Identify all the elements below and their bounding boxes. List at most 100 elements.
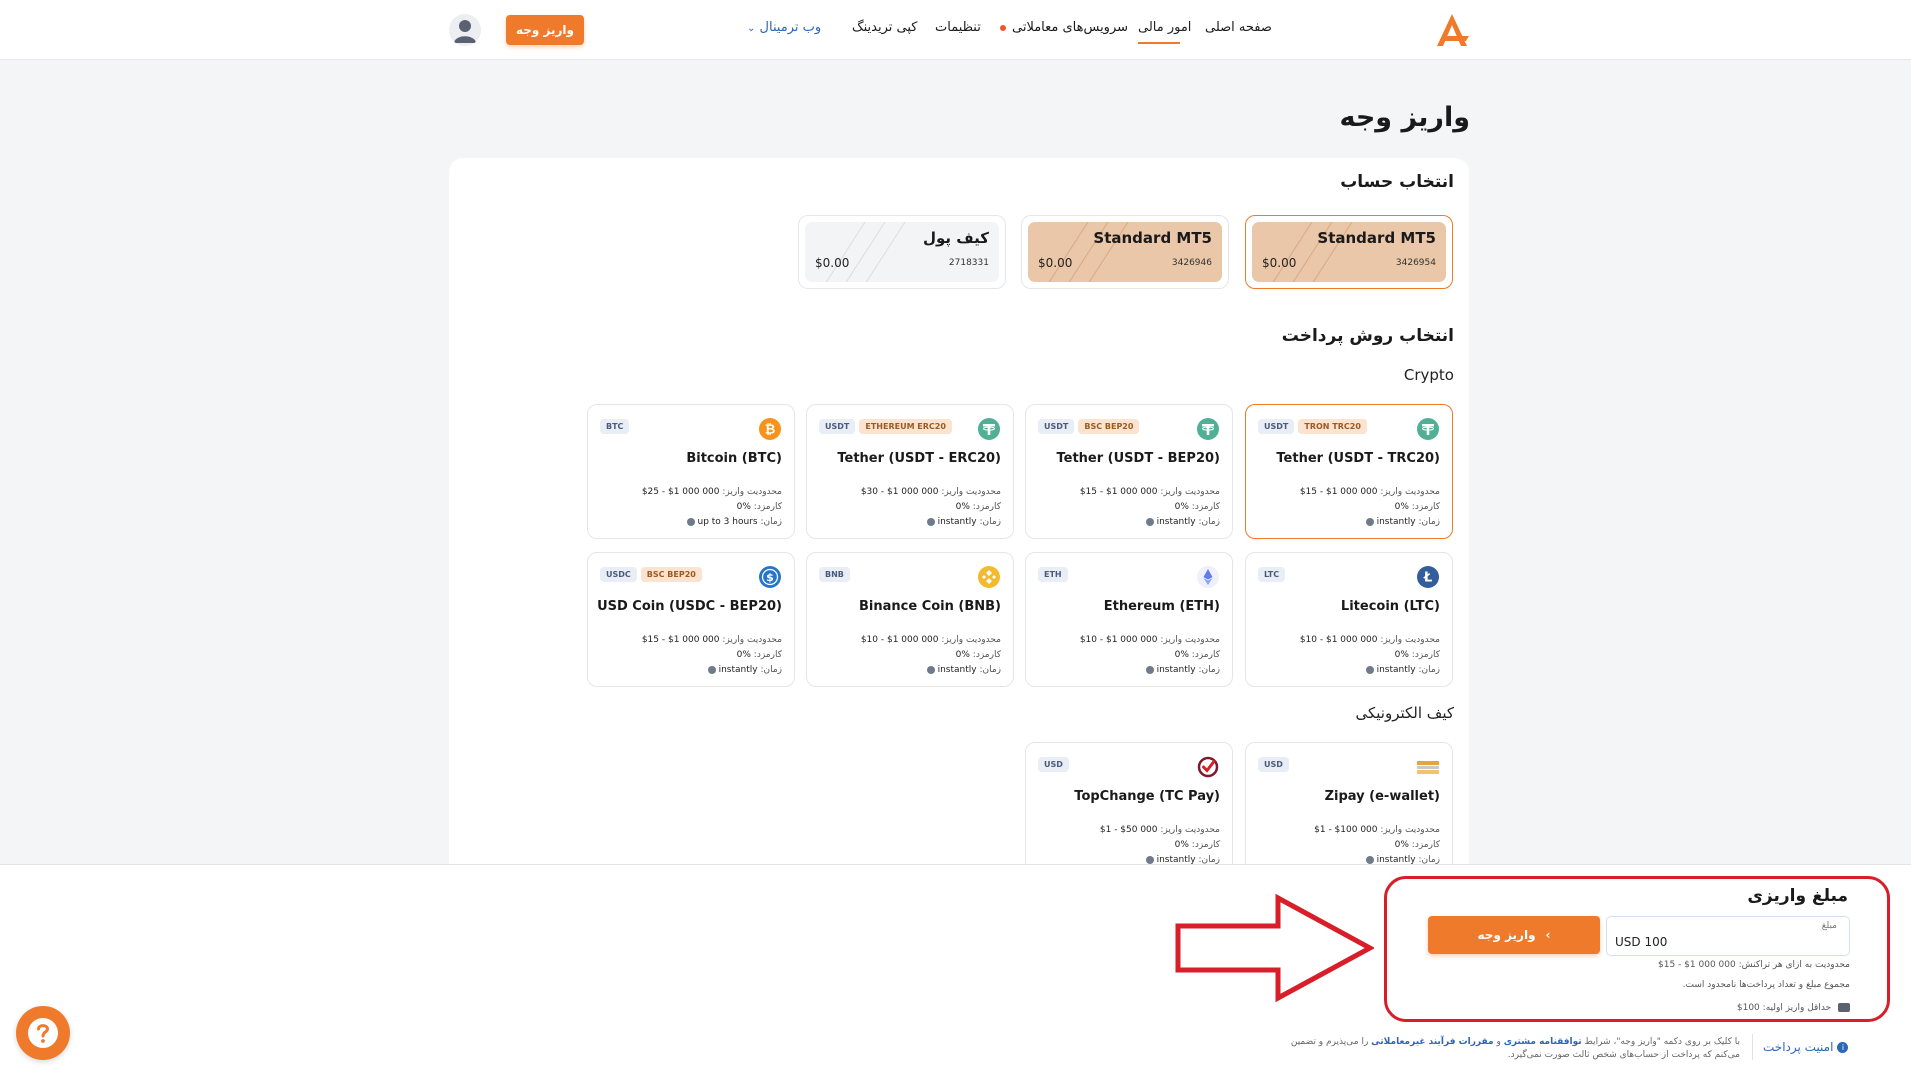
account-card-bg: Standard MT5 3426946 $0.00 xyxy=(1028,222,1222,282)
payment-method-card[interactable]: USDT BSC BEP20 Tether (USDT - BEP20) محدودی… xyxy=(1025,404,1233,539)
tag-list: USDT ETHEREUM ERC20 xyxy=(819,419,952,434)
page-title: واریز وجه xyxy=(1339,102,1470,133)
brand-logo[interactable] xyxy=(1433,12,1471,48)
fee-label: کارمزد: xyxy=(1411,650,1440,660)
account-card-bg: کیف پول 2718331 $0.00 xyxy=(805,222,999,282)
account-card-2[interactable]: Standard MT5 3426946 $0.00 xyxy=(1021,215,1229,289)
time-label: زمان: xyxy=(1418,665,1440,675)
limit-value: $1 - $50 000 xyxy=(1099,825,1158,835)
method-name: Litecoin (LTC) xyxy=(1340,599,1440,614)
amount-field[interactable]: مبلغ xyxy=(1606,916,1850,956)
method-name: Tether (USDT - ERC20) xyxy=(837,451,1001,466)
currency-tag: BSC BEP20 xyxy=(1078,419,1140,434)
payment-method-card[interactable]: ETH Ethereum (ETH) محدودیت واریز: $10 - $1… xyxy=(1025,552,1233,687)
method-limit: محدودیت واریز: $10 - $1 000 000 xyxy=(861,635,1001,645)
tether-icon xyxy=(1197,418,1219,440)
tether-icon xyxy=(1417,418,1439,440)
limit-label: محدودیت واریز: xyxy=(1160,825,1220,835)
fee-value: 0% xyxy=(736,502,751,512)
chevron-down-icon: ⌄ xyxy=(747,23,756,34)
method-fee: کارمزد: 0% xyxy=(1175,502,1220,512)
time-value: instantly xyxy=(718,665,758,675)
payment-method-card[interactable]: Ł LTC Litecoin (LTC) محدودیت واریز: $10 - $… xyxy=(1245,552,1453,687)
wallet-icon xyxy=(1838,1003,1850,1012)
fee-value: 0% xyxy=(1174,502,1189,512)
method-time: زمان: instantly xyxy=(1144,665,1220,675)
non-trading-rules-link[interactable]: مقررات فرآیند غیرمعاملاتی xyxy=(1371,1037,1493,1047)
amount-input[interactable] xyxy=(1615,935,1835,949)
help-button[interactable] xyxy=(16,1006,70,1060)
limit-value: $15 - $1 000 000 xyxy=(641,635,720,645)
tag-list: USDT TRON TRC20 xyxy=(1258,419,1367,434)
payment-method-card[interactable]: $ USDC BSC BEP20 USD Coin (USDC - BEP20) محد… xyxy=(587,552,795,687)
header-deposit-button[interactable]: واریز وجه xyxy=(506,15,584,45)
nav-web-terminal-label: وب ترمینال xyxy=(759,20,822,35)
method-name: Ethereum (ETH) xyxy=(1103,599,1220,614)
tag-list: LTC xyxy=(1258,567,1286,582)
time-label: زمان: xyxy=(979,665,1001,675)
arrow-pointer-icon xyxy=(1175,893,1374,1003)
payment-method-card[interactable]: USDT TRON TRC20 Tether (USDT - TRC20) محدود… xyxy=(1245,404,1453,539)
time-value: instantly xyxy=(1156,517,1196,527)
payment-security-link[interactable]: iامنیت پرداخت xyxy=(1763,1040,1849,1054)
deposit-submit-button[interactable]: واریز وجه ‹ xyxy=(1428,916,1600,954)
payment-method-card[interactable]: USD Zipay (e-wallet) محدودیت واریز: $1 - $… xyxy=(1245,742,1453,877)
payment-method-card[interactable]: USD TopChange (TC Pay) محدودیت واریز: $1 -… xyxy=(1025,742,1233,877)
fee-label: کارمزد: xyxy=(972,502,1001,512)
account-name: Standard MT5 xyxy=(1093,229,1212,247)
time-value: instantly xyxy=(937,517,977,527)
clock-icon xyxy=(1145,665,1154,674)
help-icon xyxy=(28,1018,58,1048)
limit-label: محدودیت واریز: xyxy=(941,635,1001,645)
payment-method-card[interactable]: USDT ETHEREUM ERC20 Tether (USDT - ERC20) م… xyxy=(806,404,1014,539)
fee-value: 0% xyxy=(1394,840,1409,850)
nav-trading-services[interactable]: سرویس‌های معاملاتی xyxy=(1000,20,1128,35)
nav-financial[interactable]: امور مالی xyxy=(1138,20,1191,35)
nav-home[interactable]: صفحه اصلی xyxy=(1205,20,1272,35)
payment-method-card[interactable]: ₿ BTC Bitcoin (BTC) محدودیت واریز: $25 - $1… xyxy=(587,404,795,539)
tag-list: BTC xyxy=(600,419,630,434)
account-balance: $0.00 xyxy=(815,256,850,270)
tag-list: USD xyxy=(1258,757,1289,772)
account-name: Standard MT5 xyxy=(1317,229,1436,247)
tag-list: BNB xyxy=(819,567,850,582)
nav-web-terminal[interactable]: وب ترمینال ⌄ xyxy=(747,20,821,35)
clock-icon xyxy=(1145,855,1154,864)
limit-label: محدودیت واریز: xyxy=(1160,487,1220,497)
method-limit: محدودیت واریز: $30 - $1 000 000 xyxy=(861,487,1001,497)
avatar[interactable] xyxy=(449,14,481,46)
limit-value: $25 - $1 000 000 xyxy=(641,487,720,497)
account-balance: $0.00 xyxy=(1038,256,1073,270)
divider xyxy=(1752,1034,1753,1060)
limit-label: محدودیت واریز: xyxy=(722,635,782,645)
tag-list: USDT BSC BEP20 xyxy=(1038,419,1140,434)
account-card-wallet[interactable]: کیف پول 2718331 $0.00 xyxy=(798,215,1006,289)
account-section-title: انتخاب حساب xyxy=(1340,172,1454,192)
nav-copy-trading[interactable]: کپی تریدینگ xyxy=(852,20,918,35)
clock-icon xyxy=(707,665,716,674)
clock-icon xyxy=(1145,517,1154,526)
currency-tag: USD xyxy=(1258,757,1289,772)
time-label: زمان: xyxy=(760,517,782,527)
payment-method-card[interactable]: BNB Binance Coin (BNB) محدودیت واریز: $10 … xyxy=(806,552,1014,687)
account-card-1[interactable]: Standard MT5 3426954 $0.00 xyxy=(1245,215,1453,289)
limit-value: $30 - $1 000 000 xyxy=(860,487,939,497)
clock-icon xyxy=(1365,665,1374,674)
customer-agreement-link[interactable]: توافقنامه مشتری xyxy=(1504,1037,1582,1047)
time-value: instantly xyxy=(1376,517,1416,527)
method-limit: محدودیت واریز: $15 - $1 000 000 xyxy=(1080,487,1220,497)
nav-settings[interactable]: تنظیمات xyxy=(935,20,981,35)
limit-label: محدودیت واریز: xyxy=(1380,487,1440,497)
currency-tag: ETHEREUM ERC20 xyxy=(859,419,952,434)
time-label: زمان: xyxy=(760,665,782,675)
method-limit: محدودیت واریز: $15 - $1 000 000 xyxy=(642,635,782,645)
method-time: زمان: instantly xyxy=(1144,517,1220,527)
tag-list: ETH xyxy=(1038,567,1068,582)
limit-value: $1 - $100 000 xyxy=(1314,825,1378,835)
limit-value: $15 - $1 000 000 xyxy=(1299,487,1378,497)
tag-list: USDC BSC BEP20 xyxy=(600,567,702,582)
user-icon xyxy=(454,20,476,43)
clock-icon xyxy=(1365,855,1374,864)
method-name: USD Coin (USDC - BEP20) xyxy=(597,599,782,614)
currency-tag: ETH xyxy=(1038,567,1068,582)
